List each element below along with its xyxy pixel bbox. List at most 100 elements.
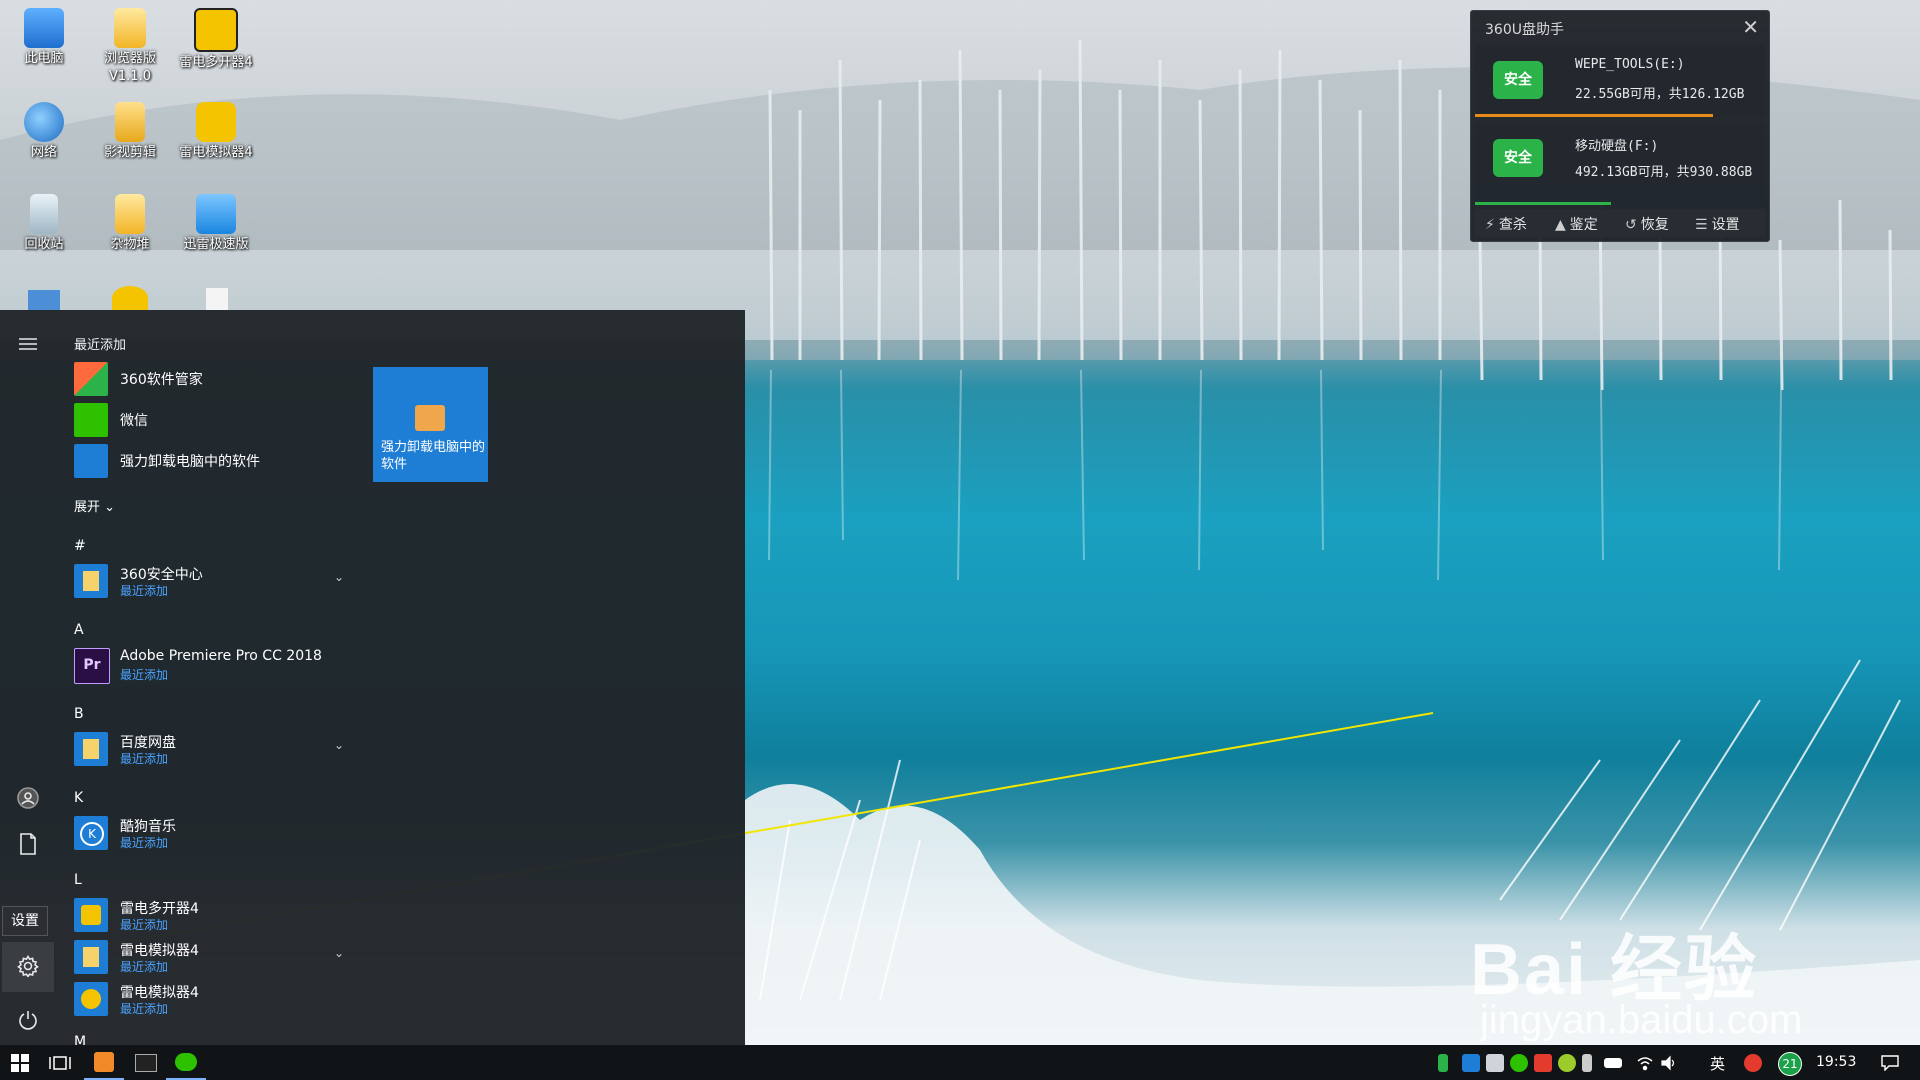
scan-button[interactable]: ⚡ 查杀 <box>1485 214 1527 234</box>
group-letter[interactable]: # <box>74 538 86 554</box>
tool-label: 恢复 <box>1640 217 1669 233</box>
partial-desktop-icon <box>206 288 228 310</box>
tool-label: 鉴定 <box>1569 217 1598 233</box>
chevron-down-icon[interactable]: ⌄ <box>334 738 344 752</box>
app-name: 酷狗音乐 <box>120 819 176 835</box>
gear-icon <box>17 955 39 977</box>
group-letter[interactable]: K <box>74 790 83 806</box>
app-leidian-multi[interactable]: 雷电多开器4 最近添加 <box>74 896 344 934</box>
blue-app-tray-icon[interactable] <box>1462 1054 1480 1072</box>
list-icon: ☰ <box>1695 217 1708 233</box>
leidian-emulator-icon <box>196 102 236 142</box>
task-view-button[interactable] <box>40 1045 80 1080</box>
start-menu: 设置 最近添加 360软件管家 微信 强力卸载电脑中的软件 展开 ⌄ 强力卸载电… <box>0 310 745 1050</box>
battery-tray-icon[interactable] <box>1438 1054 1448 1072</box>
tile-force-uninstall[interactable]: 强力卸载电脑中的软件 <box>373 367 488 482</box>
system-clock[interactable]: 19:53 <box>1816 1054 1856 1070</box>
desktop-icon-leidian-emulator[interactable]: 雷电模拟器4 <box>174 96 258 162</box>
chevron-down-icon: ⌄ <box>104 500 116 515</box>
usb-drive-e[interactable]: 安全 WEPE_TOOLS(E:) 22.55GB可用，共126.12GB <box>1475 45 1765 117</box>
taskbar-app-wechat[interactable] <box>166 1045 206 1080</box>
wechat-tray-icon[interactable] <box>1510 1054 1528 1072</box>
app-force-uninstall[interactable]: 强力卸载电脑中的软件 <box>74 442 344 480</box>
start-button[interactable] <box>0 1045 40 1080</box>
desktop-icon-label: 浏览器版 V1.1.0 <box>103 51 156 84</box>
drive-name: 移动硬盘(F:) <box>1575 139 1659 154</box>
settings-button[interactable]: ☰ 设置 <box>1695 214 1740 234</box>
desktop-icon-video-edit[interactable]: 影视剪辑 <box>88 96 172 162</box>
usb-toolbar: ⚡ 查杀 ▲ 鉴定 ↺ 恢复 ☰ 设置 <box>1475 209 1765 237</box>
group-letter[interactable]: B <box>74 706 84 722</box>
desktop-icon-network[interactable]: 网络 <box>2 96 86 162</box>
settings-tooltip: 设置 <box>2 906 48 936</box>
chevron-down-icon[interactable]: ⌄ <box>334 946 344 960</box>
app-name: Adobe Premiere Pro CC 2018 <box>120 648 322 664</box>
red-app-tray-icon[interactable] <box>1534 1054 1552 1072</box>
chevron-down-icon[interactable]: ⌄ <box>334 570 344 584</box>
app-name: 360软件管家 <box>120 372 203 388</box>
app-360-software-manager[interactable]: 360软件管家 <box>74 360 344 398</box>
safe-badge: 安全 <box>1493 61 1543 99</box>
input-method-indicator[interactable]: 英 <box>1710 1053 1725 1074</box>
windows-logo-icon <box>11 1053 29 1072</box>
desktop-icon-browser[interactable]: 浏览器版 V1.1.0 <box>88 2 172 86</box>
file-icon <box>114 8 146 48</box>
identify-button[interactable]: ▲ 鉴定 <box>1555 214 1598 234</box>
recently-added-label: 最近添加 <box>120 960 169 974</box>
taskbar-app-360[interactable] <box>84 1045 124 1080</box>
settings-button[interactable] <box>8 946 48 986</box>
notification-icon <box>1881 1054 1899 1071</box>
restore-button[interactable]: ↺ 恢复 <box>1625 214 1669 234</box>
close-icon[interactable]: ✕ <box>1742 15 1759 39</box>
desktop-icon-this-pc[interactable]: 此电脑 <box>2 2 86 68</box>
recently-added-label: 最近添加 <box>120 1002 169 1016</box>
task-view-icon <box>49 1055 71 1070</box>
app-name: 雷电模拟器4 <box>120 985 199 1001</box>
desktop-icon-xunlei[interactable]: 迅雷极速版 <box>174 188 258 254</box>
app-adobe-premiere[interactable]: Pr Adobe Premiere Pro CC 2018 最近添加 <box>74 646 344 684</box>
sogou-input-icon[interactable] <box>1744 1054 1762 1072</box>
watermark-url: jingyan.baidu.com <box>1480 998 1803 1042</box>
documents-button[interactable] <box>8 824 48 864</box>
computer-icon <box>24 8 64 48</box>
partial-desktop-icon <box>112 286 148 310</box>
app-baidu-netdisk[interactable]: 百度网盘 最近添加 ⌄ <box>74 730 344 768</box>
app-kugou-music[interactable]: K 酷狗音乐 最近添加 <box>74 814 344 852</box>
app-leidian-emulator[interactable]: 雷电模拟器4 最近添加 <box>74 980 344 1018</box>
battery-icon[interactable] <box>1604 1058 1622 1068</box>
leidian-multi-icon <box>74 898 108 932</box>
taskbar-app-terminal[interactable] <box>126 1045 166 1080</box>
desktop-icon-leidian-multi[interactable]: 雷电多开器4 <box>174 2 258 72</box>
action-center-button[interactable] <box>1870 1045 1910 1080</box>
hamburger-menu-button[interactable] <box>8 324 48 364</box>
tool-label: 查杀 <box>1498 217 1527 233</box>
wifi-icon[interactable] <box>1636 1054 1654 1072</box>
folder-icon <box>115 102 145 142</box>
user-account-button[interactable] <box>8 778 48 818</box>
usb-drive-f[interactable]: 安全 移动硬盘(F:) 492.13GB可用，共930.88GB <box>1475 123 1765 205</box>
app-name: 360安全中心 <box>120 567 203 583</box>
app-leidian-emulator-folder[interactable]: 雷电模拟器4 最近添加 ⌄ <box>74 938 344 976</box>
usb-tray-icon[interactable] <box>1582 1054 1592 1072</box>
network-tray-icon[interactable] <box>1486 1054 1504 1072</box>
tile-label: 强力卸载电脑中的软件 <box>381 440 486 472</box>
app-wechat[interactable]: 微信 <box>74 401 344 439</box>
desktop-icon-misc[interactable]: 杂物堆 <box>88 188 172 254</box>
folder-icon <box>74 940 108 974</box>
usb-helper-widget: 360U盘助手 ✕ 安全 WEPE_TOOLS(E:) 22.55GB可用，共1… <box>1470 10 1770 242</box>
expand-button[interactable]: 展开 ⌄ <box>74 496 115 515</box>
safe-badge: 安全 <box>1493 139 1543 177</box>
power-button[interactable] <box>8 1000 48 1040</box>
desktop-icon-label: 雷电模拟器4 <box>179 145 253 160</box>
file-icon <box>115 194 145 234</box>
group-letter[interactable]: A <box>74 622 84 638</box>
app-name: 雷电模拟器4 <box>120 943 199 959</box>
volume-icon[interactable] <box>1660 1054 1678 1072</box>
xunlei-bird-icon <box>196 194 236 234</box>
app-360-security-center[interactable]: 360安全中心 最近添加 ⌄ <box>74 562 344 600</box>
desktop-icon-recycle-bin[interactable]: 回收站 <box>2 188 86 254</box>
group-letter[interactable]: L <box>74 872 82 888</box>
notification-count-badge[interactable]: 21 <box>1778 1052 1802 1076</box>
360-software-manager-icon <box>74 362 108 396</box>
360-tray-icon[interactable] <box>1558 1054 1576 1072</box>
